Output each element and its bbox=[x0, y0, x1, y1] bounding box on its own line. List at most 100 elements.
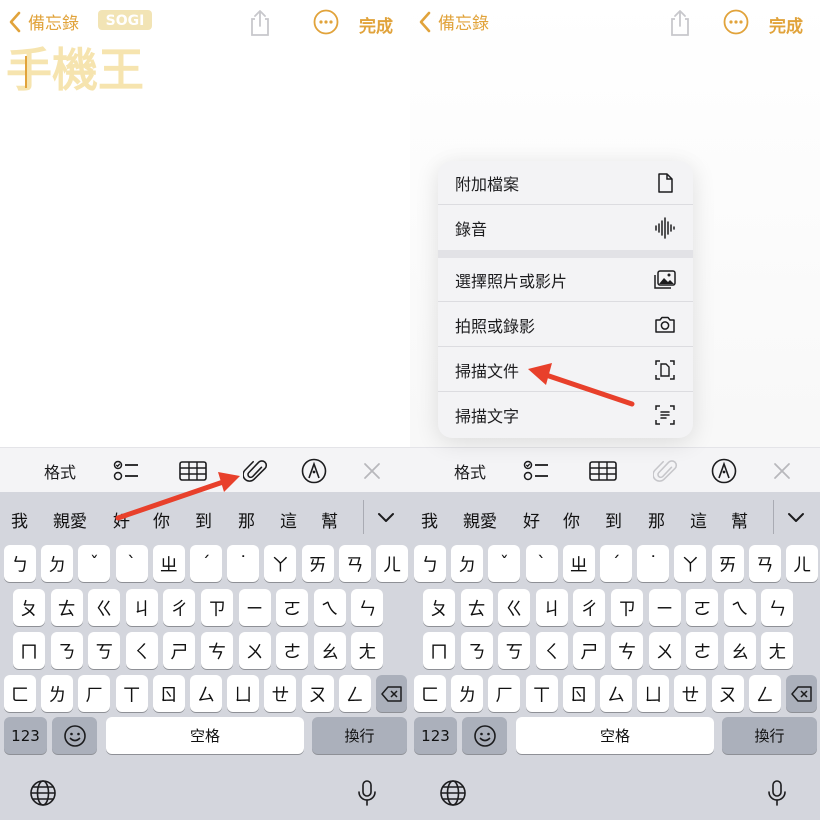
space-key[interactable]: 空格 bbox=[516, 717, 714, 754]
globe-icon[interactable] bbox=[438, 778, 468, 808]
candidate-word[interactable]: 那 bbox=[238, 507, 255, 532]
backspace-key[interactable] bbox=[376, 675, 407, 712]
key-zhuyin[interactable]: ㄟ bbox=[313, 589, 346, 626]
candidate-word[interactable]: 幫 bbox=[731, 507, 748, 532]
key-zhuyin[interactable]: ˙ bbox=[227, 545, 260, 582]
key-zhuyin[interactable]: ㄡ bbox=[711, 675, 744, 712]
key-zhuyin[interactable]: ㄢ bbox=[748, 545, 781, 582]
key-zhuyin[interactable]: ㄙ bbox=[600, 675, 632, 712]
checklist-button[interactable] bbox=[108, 448, 144, 493]
key-zhuyin[interactable]: ㄋ bbox=[460, 632, 493, 669]
key-zhuyin[interactable]: ㄠ bbox=[313, 632, 346, 669]
share-icon[interactable] bbox=[668, 9, 692, 37]
key-zhuyin[interactable]: ㄑ bbox=[535, 632, 568, 669]
key-zhuyin[interactable]: ㄇ bbox=[13, 632, 45, 669]
done-button[interactable]: 完成 bbox=[359, 12, 393, 37]
emoji-key[interactable] bbox=[52, 717, 97, 754]
key-zhuyin[interactable]: ㄏ bbox=[78, 675, 111, 712]
key-zhuyin[interactable]: ㄘ bbox=[201, 632, 233, 669]
key-zhuyin[interactable]: ㄗ bbox=[201, 589, 233, 626]
key-zhuyin[interactable]: ㄛ bbox=[276, 589, 309, 626]
menu-item-take-photo[interactable]: 拍照或錄影 bbox=[438, 303, 693, 347]
key-zhuyin[interactable]: ㄤ bbox=[351, 632, 384, 669]
key-zhuyin[interactable]: ㄏ bbox=[488, 675, 521, 712]
key-zhuyin[interactable]: ㄡ bbox=[301, 675, 334, 712]
chevron-down-icon[interactable] bbox=[784, 505, 808, 529]
key-zhuyin[interactable]: ˇ bbox=[488, 545, 521, 582]
key-zhuyin[interactable]: ㄐ bbox=[125, 589, 158, 626]
checklist-button[interactable] bbox=[518, 448, 554, 493]
key-zhuyin[interactable]: ㄝ bbox=[674, 675, 707, 712]
key-zhuyin[interactable]: ㄊ bbox=[50, 589, 83, 626]
key-zhuyin[interactable]: ㄔ bbox=[163, 589, 196, 626]
key-zhuyin[interactable]: ㄩ bbox=[227, 675, 260, 712]
candidate-word[interactable]: 親愛 bbox=[53, 507, 87, 532]
back-button[interactable]: 備忘錄 bbox=[8, 9, 79, 34]
key-zhuyin[interactable]: ㄦ bbox=[786, 545, 818, 582]
microphone-icon[interactable] bbox=[762, 778, 792, 808]
key-zhuyin[interactable]: ㄎ bbox=[88, 632, 121, 669]
menu-item-scan-document[interactable]: 掃描文件 bbox=[438, 348, 693, 392]
key-zhuyin[interactable]: ㄨ bbox=[648, 632, 681, 669]
key-zhuyin[interactable]: ˊ bbox=[600, 545, 632, 582]
key-zhuyin[interactable]: ㄍ bbox=[498, 589, 531, 626]
key-zhuyin[interactable]: ㄈ bbox=[4, 675, 36, 712]
key-zhuyin[interactable]: ㄞ bbox=[711, 545, 744, 582]
numbers-key[interactable]: 123 bbox=[414, 717, 457, 754]
key-zhuyin[interactable]: ㄌ bbox=[451, 675, 484, 712]
key-zhuyin[interactable]: ㄔ bbox=[573, 589, 606, 626]
close-toolbar-button[interactable] bbox=[766, 448, 798, 493]
candidate-word[interactable]: 那 bbox=[648, 507, 665, 532]
key-zhuyin[interactable]: ㄚ bbox=[264, 545, 297, 582]
candidate-word[interactable]: 我 bbox=[11, 507, 28, 532]
candidate-word[interactable]: 這 bbox=[690, 507, 707, 532]
key-zhuyin[interactable]: ˇ bbox=[78, 545, 111, 582]
candidate-word[interactable]: 到 bbox=[195, 507, 212, 532]
key-zhuyin[interactable]: ㄝ bbox=[264, 675, 297, 712]
key-zhuyin[interactable]: ㄍ bbox=[88, 589, 121, 626]
attach-button[interactable] bbox=[648, 448, 684, 493]
key-zhuyin[interactable]: ㄆ bbox=[423, 589, 455, 626]
more-icon[interactable] bbox=[723, 9, 749, 35]
key-zhuyin[interactable]: ㄧ bbox=[238, 589, 271, 626]
key-zhuyin[interactable]: ㄕ bbox=[573, 632, 606, 669]
backspace-key[interactable] bbox=[786, 675, 817, 712]
key-zhuyin[interactable]: ㄋ bbox=[50, 632, 83, 669]
key-zhuyin[interactable]: ㄐ bbox=[535, 589, 568, 626]
close-toolbar-button[interactable] bbox=[356, 448, 388, 493]
key-zhuyin[interactable]: ㄥ bbox=[748, 675, 781, 712]
candidate-word[interactable]: 好 bbox=[113, 507, 130, 532]
key-zhuyin[interactable]: ㄇ bbox=[423, 632, 455, 669]
format-button[interactable]: 格式 bbox=[30, 448, 90, 493]
key-zhuyin[interactable]: ㄦ bbox=[376, 545, 408, 582]
candidate-word[interactable]: 這 bbox=[280, 507, 297, 532]
key-zhuyin[interactable]: ㄎ bbox=[498, 632, 531, 669]
key-zhuyin[interactable]: ㄜ bbox=[276, 632, 309, 669]
key-zhuyin[interactable]: ˋ bbox=[525, 545, 558, 582]
key-zhuyin[interactable]: ㄣ bbox=[351, 589, 384, 626]
key-zhuyin[interactable]: ㄥ bbox=[338, 675, 371, 712]
key-zhuyin[interactable]: ㄣ bbox=[761, 589, 794, 626]
candidate-word[interactable]: 好 bbox=[523, 507, 540, 532]
markup-button[interactable] bbox=[296, 448, 332, 493]
key-zhuyin[interactable]: ㄉ bbox=[41, 545, 74, 582]
done-button[interactable]: 完成 bbox=[769, 12, 803, 37]
key-zhuyin[interactable]: ㄙ bbox=[190, 675, 222, 712]
return-key[interactable]: 換行 bbox=[722, 717, 817, 754]
emoji-key[interactable] bbox=[462, 717, 507, 754]
key-zhuyin[interactable]: ㄅ bbox=[414, 545, 446, 582]
key-zhuyin[interactable]: ㄆ bbox=[13, 589, 45, 626]
key-zhuyin[interactable]: ㄖ bbox=[152, 675, 185, 712]
key-zhuyin[interactable]: ㄨ bbox=[238, 632, 271, 669]
return-key[interactable]: 換行 bbox=[312, 717, 407, 754]
key-zhuyin[interactable]: ㄉ bbox=[451, 545, 484, 582]
key-zhuyin[interactable]: ㄚ bbox=[674, 545, 707, 582]
key-zhuyin[interactable]: ㄟ bbox=[723, 589, 756, 626]
key-zhuyin[interactable]: ㄤ bbox=[761, 632, 794, 669]
menu-item-attach-file[interactable]: 附加檔案 bbox=[438, 161, 693, 205]
back-button[interactable]: 備忘錄 bbox=[418, 9, 489, 34]
candidate-word[interactable]: 幫 bbox=[321, 507, 338, 532]
microphone-icon[interactable] bbox=[352, 778, 382, 808]
more-icon[interactable] bbox=[313, 9, 339, 35]
markup-button[interactable] bbox=[706, 448, 742, 493]
